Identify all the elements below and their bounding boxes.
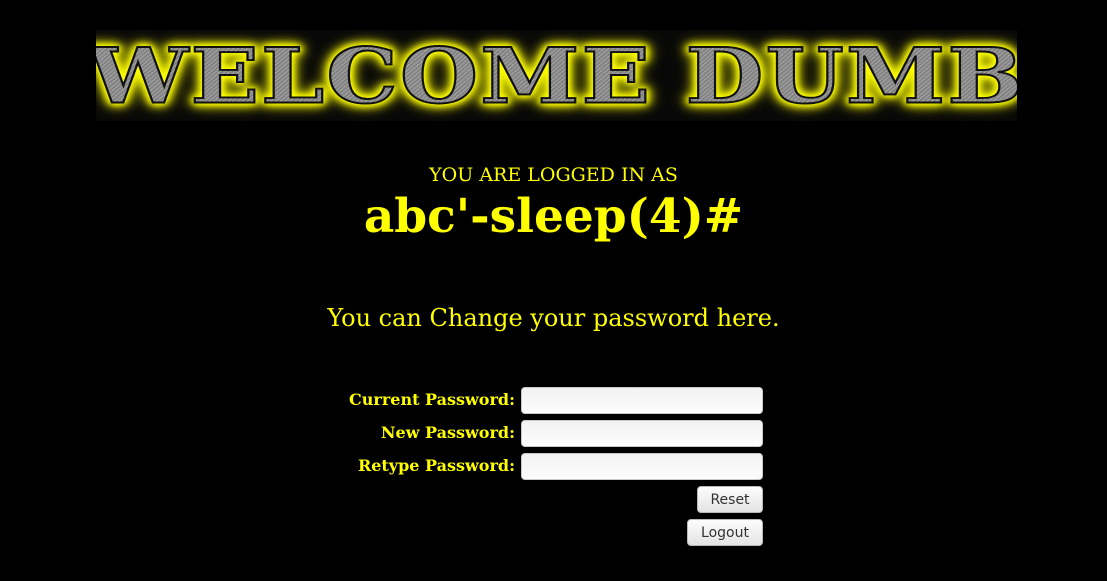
retype-password-label: Retype Password: [357, 456, 515, 475]
logout-button[interactable]: Logout [687, 519, 763, 546]
reset-button[interactable]: Reset [697, 486, 763, 513]
current-password-input[interactable] [521, 387, 763, 414]
change-password-message: You can Change your password here. [327, 304, 780, 332]
username: abc'-sleep(4)# [363, 189, 744, 244]
new-password-label: New Password: [380, 423, 515, 442]
new-password-input[interactable] [521, 420, 763, 447]
current-password-label: Current Password: [349, 390, 515, 409]
retype-password-input[interactable] [521, 453, 763, 480]
welcome-banner: WELCOME DUMB [96, 30, 1017, 121]
welcome-banner-text: WELCOME DUMB [96, 37, 1017, 115]
page: WELCOME DUMB YOU ARE LOGGED IN AS abc'-s… [0, 0, 1107, 581]
logged-in-label: YOU ARE LOGGED IN AS [429, 164, 678, 186]
